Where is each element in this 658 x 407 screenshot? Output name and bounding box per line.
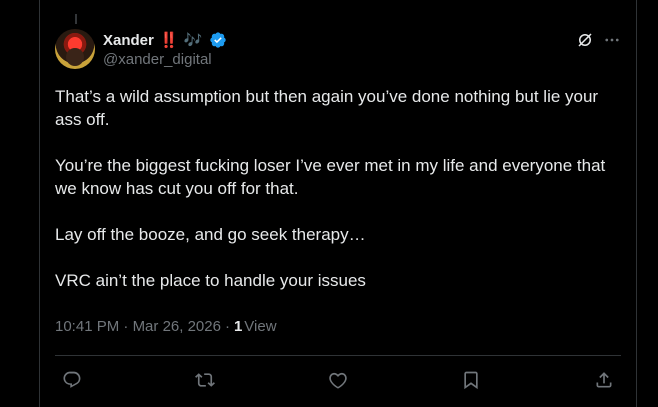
bookmark-button[interactable] [454,366,488,394]
tweet-paragraph: Lay off the booze, and go seek therapy… [55,225,366,244]
double-exclamation-emoji: ‼️ [159,32,179,49]
tweet-time: 10:41 PM [55,318,120,335]
reply-icon [63,371,81,388]
author-handle[interactable]: @xander_digital [103,51,227,68]
share-button[interactable] [587,366,621,394]
share-icon [596,372,612,388]
views-count[interactable]: 1 [234,318,242,335]
views-label[interactable]: View [244,318,276,335]
more-options-icon[interactable] [603,31,621,49]
avatar-face [66,48,84,66]
divider [55,355,621,356]
name-row: Xander ‼️ 🎶 [103,30,227,50]
avatar[interactable] [55,29,95,69]
display-name[interactable]: Xander [103,32,154,49]
meta-separator: · [123,318,129,335]
tweet-paragraph: That’s a wild assumption but then again … [55,87,603,129]
tweet-text: That’s a wild assumption but then again … [55,85,625,292]
tweet-date: Mar 26, 2026 [132,318,221,335]
action-bar [55,366,621,394]
verified-badge-icon[interactable] [209,31,227,49]
like-icon [329,372,347,389]
music-notes-emoji: 🎶 [183,32,203,49]
like-button[interactable] [321,366,355,394]
repost-icon [195,373,215,387]
thread-connector-line [75,14,77,24]
tweet-header: Xander ‼️ 🎶 @xander_digital [103,30,227,70]
grok-icon[interactable] [576,31,594,49]
tweet-timestamp-link[interactable]: 10:41 PM · Mar 26, 2026 [55,318,221,335]
reply-button[interactable] [55,366,89,394]
tweet-paragraph: VRC ain’t the place to handle your issue… [55,271,366,290]
bookmark-icon [464,371,478,390]
repost-button[interactable] [188,366,222,394]
tweet-paragraph: You’re the biggest fucking loser I’ve ev… [55,156,611,198]
meta-separator: · [224,318,230,335]
tweet-meta: 10:41 PM · Mar 26, 2026 · 1 View [55,318,277,335]
